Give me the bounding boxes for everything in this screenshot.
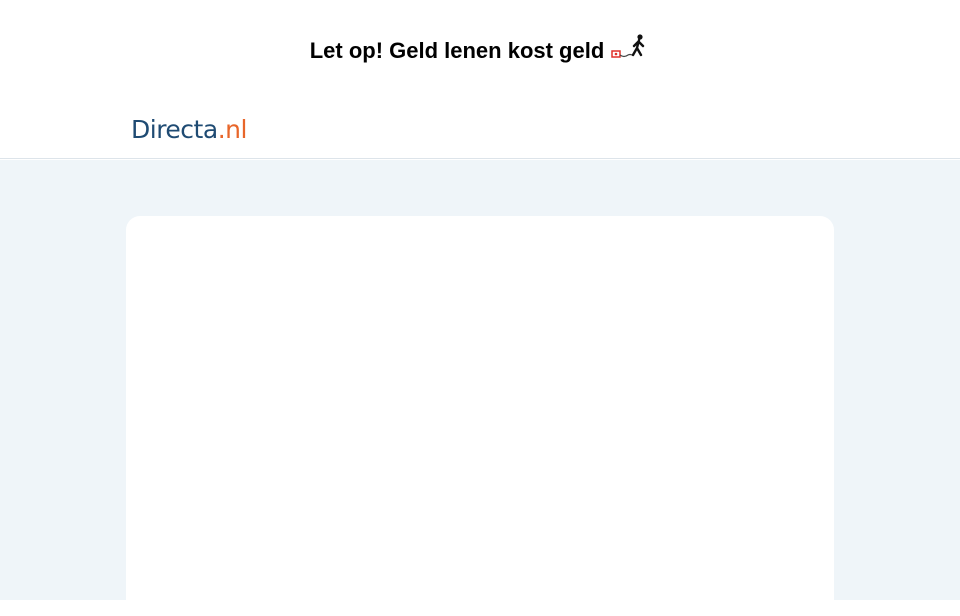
content-card [126, 216, 834, 616]
loan-warning-banner: Let op! Geld lenen kost geld [0, 0, 960, 100]
logo-tld-text: .nl [217, 115, 248, 144]
directa-logo[interactable]: Directa.nl [131, 113, 247, 147]
walking-man-with-money-icon [610, 33, 650, 65]
logo-brand-text: Directa [131, 115, 218, 144]
loan-warning-text: Let op! Geld lenen kost geld [309, 38, 605, 63]
main-content [0, 160, 960, 616]
site-header: Directa.nl [0, 100, 960, 159]
